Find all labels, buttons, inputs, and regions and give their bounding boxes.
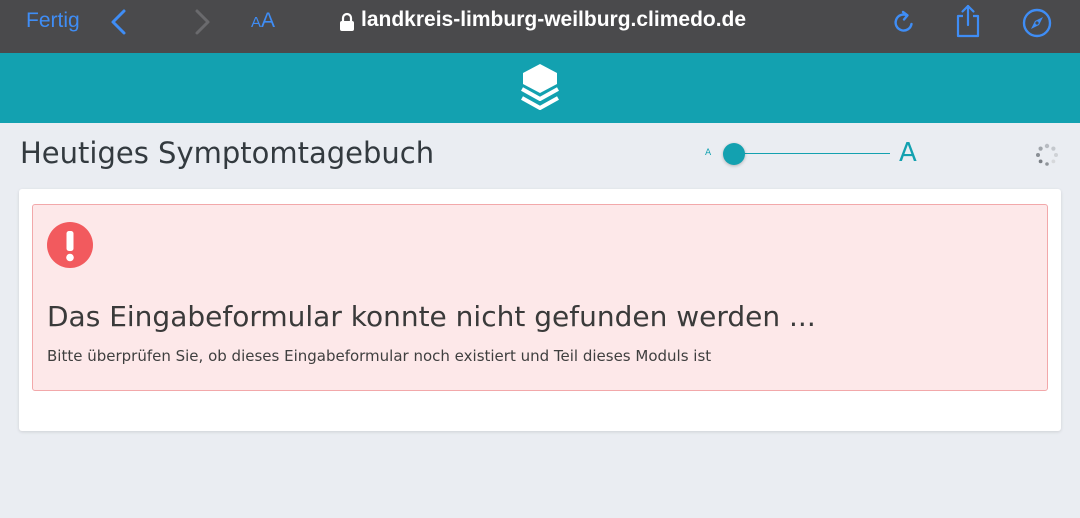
back-icon[interactable] — [108, 8, 130, 36]
text-size-small-label: A — [251, 14, 262, 31]
layers-logo-icon[interactable] — [518, 59, 562, 115]
compass-icon[interactable] — [1021, 7, 1053, 39]
form-card: Das Eingabeformular konnte nicht gefunde… — [19, 189, 1061, 431]
page-title: Heutiges Symptomtagebuch — [20, 136, 435, 170]
done-button[interactable]: Fertig — [26, 9, 80, 33]
spinner-icon — [1036, 143, 1058, 166]
font-size-slider-handle[interactable] — [723, 143, 745, 165]
browser-toolbar: Fertig AA landkreis-limburg-weilburg.cli… — [0, 0, 1080, 53]
address-bar-url[interactable]: landkreis-limburg-weilburg.climedo.de — [361, 8, 746, 32]
lock-icon — [340, 12, 354, 31]
exclamation-circle-icon — [47, 222, 93, 268]
font-size-slider-track[interactable] — [733, 153, 890, 154]
text-size-button[interactable]: AA — [251, 9, 275, 33]
error-alert: Das Eingabeformular konnte nicht gefunde… — [32, 204, 1048, 391]
share-icon[interactable] — [953, 3, 983, 39]
font-size-large-label: A — [899, 138, 917, 168]
font-size-small-label: A — [705, 148, 712, 158]
app-header — [0, 53, 1080, 123]
reload-icon[interactable] — [890, 8, 918, 36]
forward-icon[interactable] — [191, 8, 213, 36]
alert-message: Bitte überprüfen Sie, ob dieses Eingabef… — [47, 347, 712, 365]
text-size-large-label: A — [261, 9, 276, 32]
alert-heading: Das Eingabeformular konnte nicht gefunde… — [47, 300, 816, 333]
